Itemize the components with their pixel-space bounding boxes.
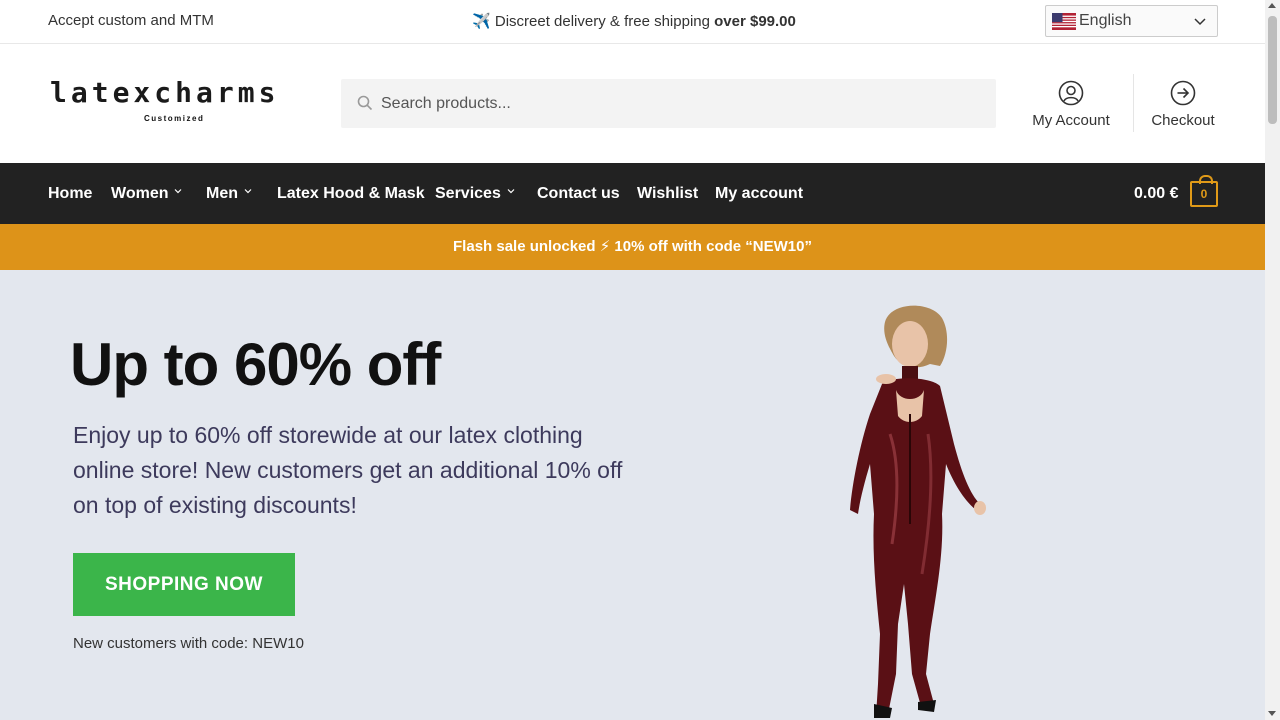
nav-item-men[interactable]: Men bbox=[206, 185, 252, 203]
flash-sale-banner: Flash sale unlocked ⚡ 10% off with code … bbox=[0, 224, 1265, 270]
language-selector[interactable]: English bbox=[1045, 5, 1218, 37]
flash-sale-text: Flash sale unlocked ⚡ 10% off with code … bbox=[453, 238, 812, 255]
nav-label: Services bbox=[435, 185, 501, 202]
search-bar bbox=[341, 79, 996, 128]
scrollbar-thumb[interactable] bbox=[1268, 16, 1277, 124]
site-logo[interactable]: latexcharms Customized bbox=[48, 76, 296, 128]
nav-label: Latex Hood & Mask bbox=[277, 185, 425, 202]
search-input[interactable] bbox=[381, 79, 981, 128]
cart-total[interactable]: 0.00 € bbox=[1134, 185, 1178, 203]
nav-label: Wishlist bbox=[637, 185, 699, 202]
search-icon[interactable] bbox=[357, 95, 373, 111]
scroll-up-arrow-icon[interactable] bbox=[1268, 3, 1276, 8]
nav-label: Women bbox=[111, 185, 169, 202]
language-label: English bbox=[1079, 12, 1132, 29]
model-image bbox=[850, 305, 986, 718]
nav-label: Contact us bbox=[537, 185, 620, 202]
header-divider bbox=[1133, 74, 1134, 132]
us-flag-icon bbox=[1052, 13, 1076, 30]
nav-label: Home bbox=[48, 185, 93, 202]
nav-item-home[interactable]: Home bbox=[48, 185, 92, 203]
my-account-label: My Account bbox=[1032, 112, 1110, 129]
site-header: latexcharms Customized My Account Checko… bbox=[0, 44, 1265, 163]
page-scrollbar[interactable] bbox=[1265, 0, 1280, 720]
shop-now-button[interactable]: SHOPPING NOW bbox=[73, 553, 295, 616]
nav-item-wishlist[interactable]: Wishlist bbox=[637, 185, 698, 203]
chevron-down-icon bbox=[175, 189, 182, 194]
user-circle-icon bbox=[1058, 80, 1084, 106]
checkout-link[interactable]: Checkout bbox=[1147, 80, 1219, 129]
chevron-down-icon bbox=[244, 189, 252, 194]
custom-order-notice: Accept custom and MTM bbox=[48, 12, 214, 29]
logo-wordmark: latexcharms bbox=[50, 76, 280, 109]
promo-code-note: New customers with code: NEW10 bbox=[73, 635, 304, 652]
nav-item-women[interactable]: Women bbox=[111, 185, 182, 203]
scroll-down-arrow-icon[interactable] bbox=[1268, 711, 1276, 716]
nav-item-contact-us[interactable]: Contact us bbox=[537, 185, 620, 203]
airplane-icon: ✈️ bbox=[472, 13, 491, 30]
chevron-down-icon bbox=[1194, 18, 1206, 26]
logo-subtext: Customized bbox=[144, 114, 205, 123]
shipping-text: Discreet delivery & free shipping bbox=[494, 13, 715, 30]
nav-item-services[interactable]: Services bbox=[435, 185, 515, 203]
nav-item-my-account[interactable]: My account bbox=[715, 185, 803, 203]
cart-count-badge[interactable]: 0 bbox=[1190, 175, 1218, 207]
arrow-circle-right-icon bbox=[1170, 80, 1196, 106]
main-navigation: Home Women Men Latex Hood & Mask Service… bbox=[0, 163, 1265, 224]
shipping-threshold: over $99.00 bbox=[714, 13, 796, 30]
chevron-down-icon bbox=[507, 189, 515, 194]
hero-banner: Up to 60% off Enjoy up to 60% off storew… bbox=[0, 270, 1265, 720]
hero-title: Up to 60% off bbox=[70, 331, 441, 398]
top-bar: Accept custom and MTM ✈️ Discreet delive… bbox=[0, 0, 1265, 44]
hero-description: Enjoy up to 60% off storewide at our lat… bbox=[73, 422, 623, 518]
my-account-link[interactable]: My Account bbox=[1028, 80, 1114, 129]
checkout-label: Checkout bbox=[1151, 112, 1215, 129]
shipping-notice: ✈️ Discreet delivery & free shipping ove… bbox=[472, 12, 796, 30]
nav-label: My account bbox=[715, 185, 804, 202]
nav-item-latex-hood-mask[interactable]: Latex Hood & Mask bbox=[277, 185, 425, 203]
nav-label: Men bbox=[206, 185, 238, 202]
